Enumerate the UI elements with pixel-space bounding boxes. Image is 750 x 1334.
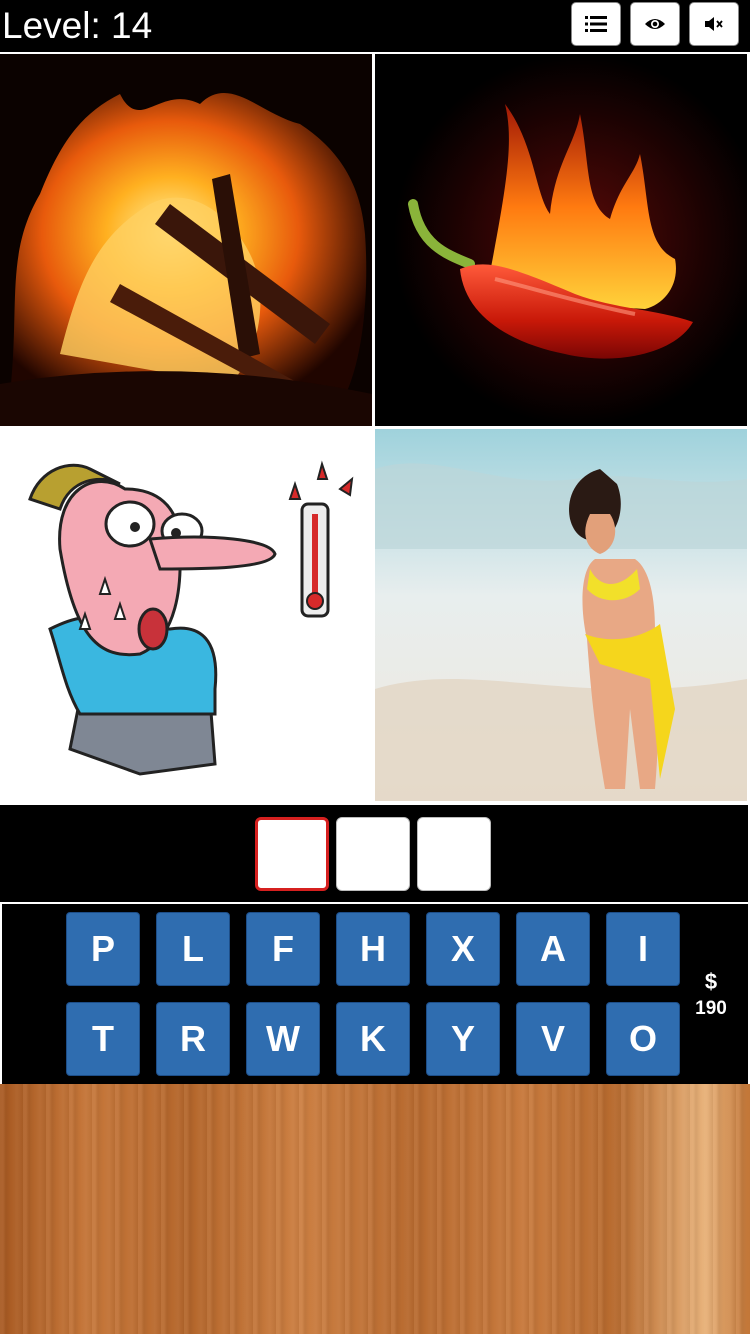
answer-slot[interactable] — [417, 817, 491, 891]
picture-sweating-man[interactable] — [0, 429, 372, 801]
currency-symbol: $ — [704, 969, 718, 994]
level-label: Level: 14 — [2, 5, 153, 46]
letter-key[interactable]: P — [66, 912, 140, 986]
eye-icon — [645, 19, 665, 29]
beach-image — [375, 429, 747, 801]
sound-button[interactable] — [689, 2, 739, 46]
letter-key[interactable]: X — [426, 912, 500, 986]
letter-key[interactable]: T — [66, 1002, 140, 1076]
letter-key[interactable]: I — [606, 912, 680, 986]
answer-area — [0, 803, 750, 902]
list-icon — [585, 16, 607, 32]
picture-beach[interactable] — [375, 429, 747, 801]
letter-key[interactable]: V — [516, 1002, 590, 1076]
letter-key[interactable]: O — [606, 1002, 680, 1076]
reveal-button[interactable] — [630, 2, 680, 46]
letter-key[interactable]: W — [246, 1002, 320, 1076]
menu-button[interactable] — [571, 2, 621, 46]
letter-key[interactable]: K — [336, 1002, 410, 1076]
sweating-man-image — [0, 429, 372, 801]
letter-key[interactable]: L — [156, 912, 230, 986]
bonfire-image — [0, 54, 372, 426]
answer-slot[interactable] — [255, 817, 329, 891]
wood-background — [0, 1084, 750, 1334]
coin-amount: 190 — [695, 998, 727, 1019]
letter-keyboard: P L F H X A I T R W K Y V O — [0, 902, 750, 1086]
letter-key[interactable]: F — [246, 912, 320, 986]
picture-bonfire[interactable] — [0, 54, 372, 426]
letter-key[interactable]: A — [516, 912, 590, 986]
coin-balance[interactable]: $ 190 — [688, 968, 734, 1022]
mute-icon — [705, 17, 723, 31]
pepper-image — [375, 54, 747, 426]
picture-grid — [0, 52, 750, 803]
picture-pepper[interactable] — [375, 54, 747, 426]
letter-key[interactable]: H — [336, 912, 410, 986]
letter-key[interactable]: R — [156, 1002, 230, 1076]
top-bar: Level: 14 — [0, 0, 750, 52]
answer-slot[interactable] — [336, 817, 410, 891]
letter-key[interactable]: Y — [426, 1002, 500, 1076]
